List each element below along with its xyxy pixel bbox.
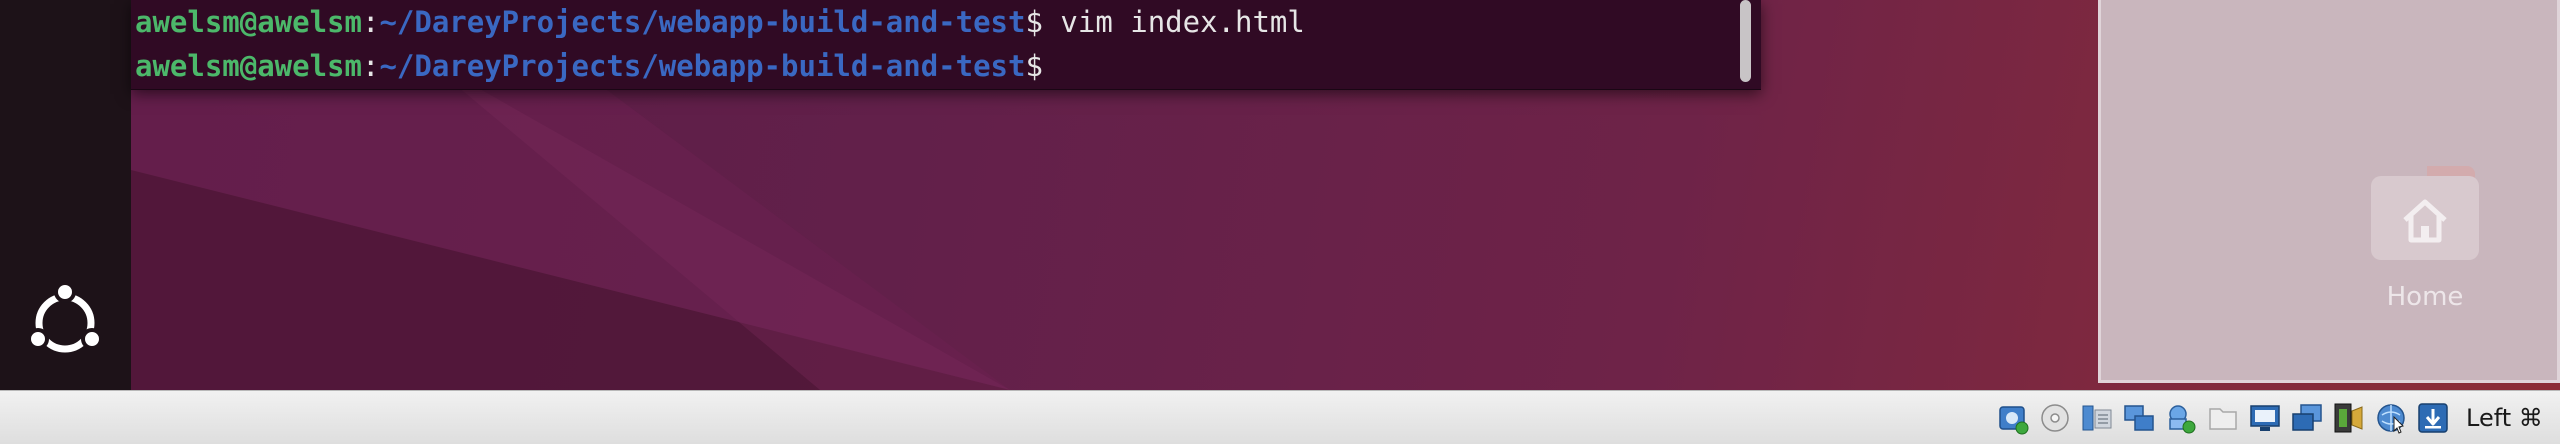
vm-screen: awelsm@awelsm:~/DareyProjects/webapp-bui… [0,0,2560,444]
terminal-scrollbar[interactable] [1740,0,1751,82]
host-key-indicator[interactable]: Left ⌘ [2466,404,2543,432]
terminal-line: awelsm@awelsm:~/DareyProjects/webapp-bui… [135,2,1305,42]
terminal-line: awelsm@awelsm:~/DareyProjects/webapp-bui… [135,46,1043,86]
display-icon[interactable] [2248,401,2282,435]
ubuntu-dock [0,0,131,390]
prompt-colon: : [361,5,380,39]
prompt-user: awelsm@awelsm [135,5,362,39]
optical-drive-icon[interactable] [2038,401,2072,435]
video-recording-icon[interactable] [2332,401,2366,435]
desktop-icons-panel: Home [2098,0,2560,383]
ubuntu-logo-icon [27,281,103,353]
home-folder[interactable]: Home [2359,160,2491,320]
shared-folders-icon[interactable] [2206,401,2240,435]
prompt-path: ~/DareyProjects/webapp-build-and-test [379,49,1026,83]
prompt-dollar: $ [1025,49,1043,83]
keyboard-capture-icon[interactable] [2416,401,2450,435]
mouse-integration-icon[interactable] [2374,401,2408,435]
home-folder-icon [2371,166,2479,260]
prompt-dollar: $ [1025,5,1043,39]
prompt-user: awelsm@awelsm [135,49,362,83]
vm-status-bar: Left ⌘ [0,390,2560,444]
audio-icon[interactable] [2080,401,2114,435]
status-icons: Left ⌘ [1996,401,2543,435]
terminal-window[interactable]: awelsm@awelsm:~/DareyProjects/webapp-bui… [131,0,1761,90]
home-folder-label: Home [2386,282,2464,312]
show-apps-button[interactable] [22,280,108,366]
screen-capture-icon[interactable] [2290,401,2324,435]
hard-disk-icon[interactable] [1996,401,2030,435]
network-icon[interactable] [2122,401,2156,435]
prompt-path: ~/DareyProjects/webapp-build-and-test [379,5,1026,39]
usb-icon[interactable] [2164,401,2198,435]
prompt-colon: : [361,49,380,83]
terminal-command: vim index.html [1042,5,1305,39]
